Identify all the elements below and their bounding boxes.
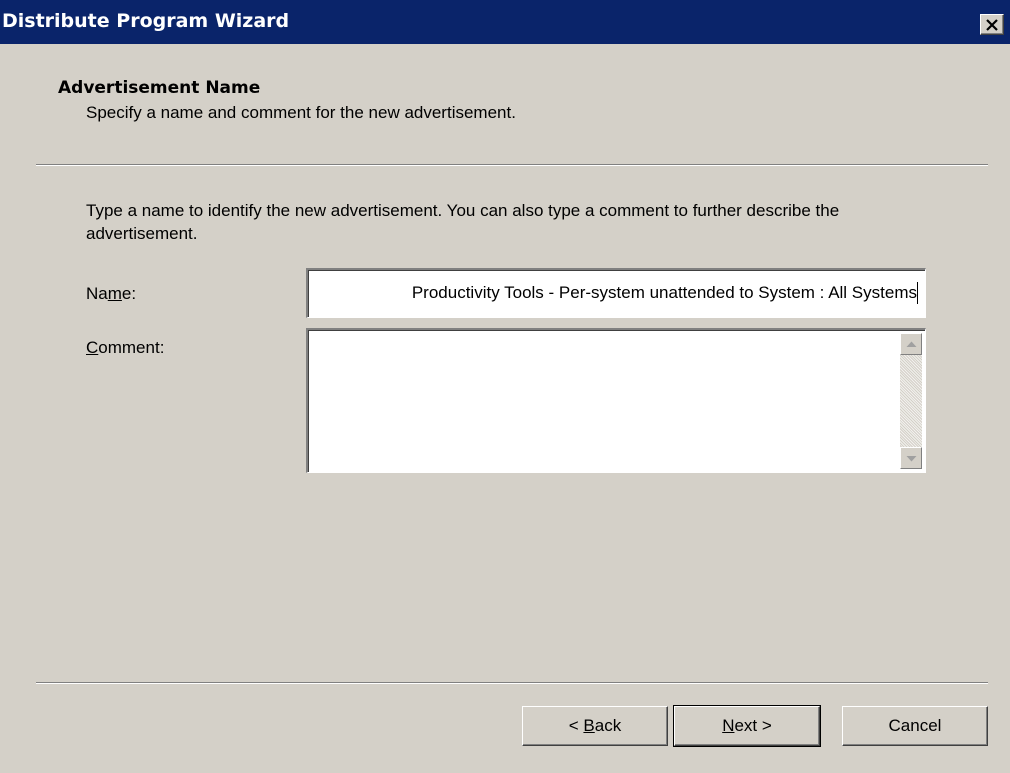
back-pre: < bbox=[568, 716, 584, 735]
wizard-window: Distribute Program Wizard Advertisement … bbox=[0, 0, 1010, 773]
footer-divider bbox=[36, 682, 988, 684]
back-post: ack bbox=[594, 716, 622, 735]
back-accel: B bbox=[583, 716, 595, 735]
name-label-pre: Na bbox=[86, 284, 108, 303]
close-icon bbox=[986, 19, 998, 31]
header-divider bbox=[36, 164, 988, 166]
name-label: Name: bbox=[86, 284, 136, 304]
next-accel: N bbox=[722, 716, 735, 735]
scroll-up-button[interactable] bbox=[900, 333, 922, 355]
close-button[interactable] bbox=[980, 14, 1004, 35]
arrow-up-icon bbox=[906, 341, 917, 347]
title-bar[interactable]: Distribute Program Wizard bbox=[0, 0, 1010, 44]
comment-textarea[interactable] bbox=[306, 328, 926, 473]
header-panel: Advertisement Name Specify a name and co… bbox=[0, 44, 1010, 164]
cancel-button[interactable]: Cancel bbox=[842, 706, 988, 746]
back-button[interactable]: < Back bbox=[522, 706, 668, 746]
comment-label-accel: C bbox=[86, 338, 99, 357]
instructions-text: Type a name to identify the new advertis… bbox=[86, 201, 840, 243]
scroll-down-button[interactable] bbox=[900, 447, 922, 469]
name-label-accel: m bbox=[107, 284, 122, 303]
comment-label-post: omment: bbox=[98, 338, 165, 357]
comment-label: Comment: bbox=[86, 338, 164, 358]
arrow-down-icon bbox=[906, 456, 917, 462]
next-post: ext > bbox=[734, 716, 772, 735]
name-label-post: e: bbox=[121, 284, 137, 303]
comment-scrollbar[interactable] bbox=[900, 333, 922, 469]
next-button[interactable]: Next > bbox=[673, 705, 821, 747]
window-title: Distribute Program Wizard bbox=[2, 10, 290, 32]
name-input-value: Productivity Tools - Per-system unattend… bbox=[411, 283, 917, 302]
page-subtitle: Specify a name and comment for the new a… bbox=[86, 103, 516, 122]
text-caret bbox=[917, 282, 918, 304]
page-title: Advertisement Name bbox=[58, 78, 261, 98]
name-input[interactable]: Productivity Tools - Per-system unattend… bbox=[306, 268, 926, 318]
